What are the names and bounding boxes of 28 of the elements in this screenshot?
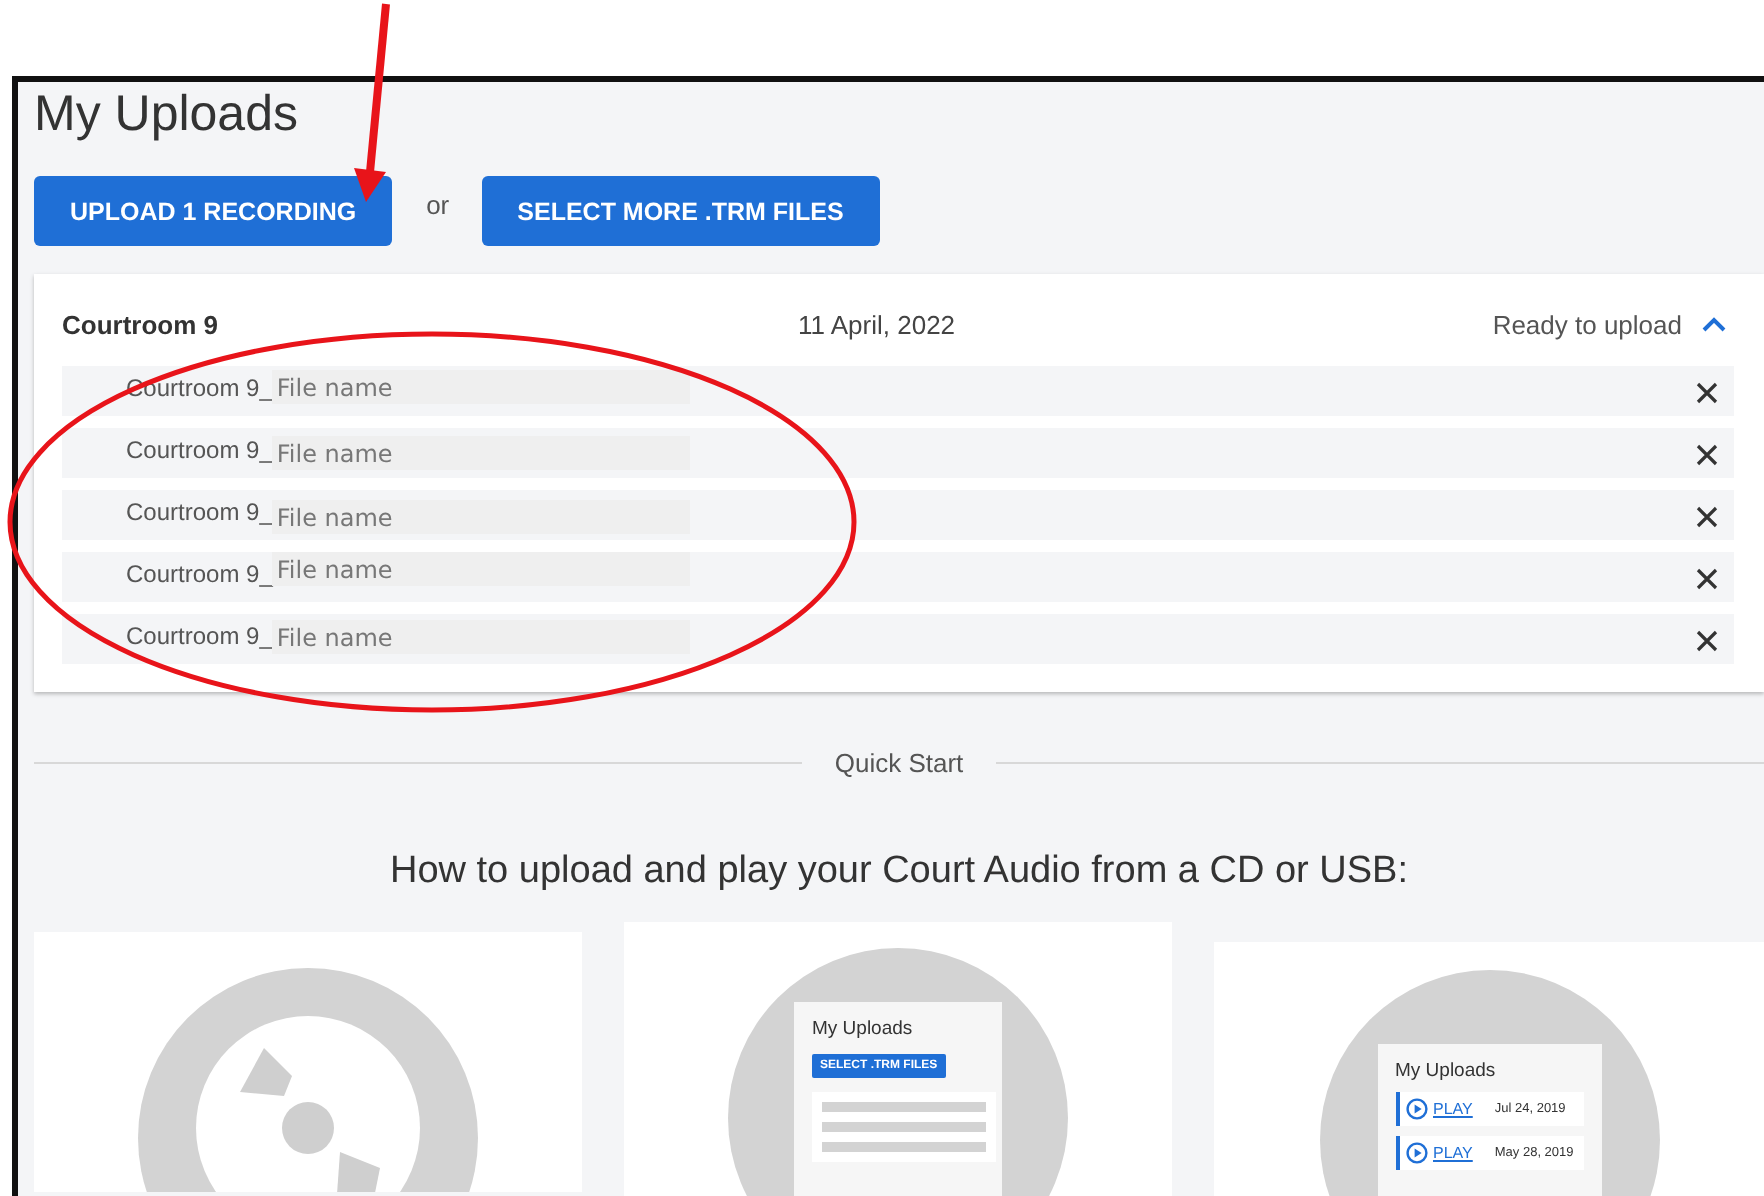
panel-title: My Uploads xyxy=(1395,1060,1496,1082)
group-date: 11 April, 2022 xyxy=(798,309,958,339)
file-prefix: Courtroom 9_ xyxy=(126,434,273,468)
close-icon[interactable] xyxy=(1696,568,1718,590)
close-icon[interactable] xyxy=(1696,630,1718,652)
panel-title: My Uploads xyxy=(812,1018,913,1040)
quick-start-heading: How to upload and play your Court Audio from a CD or USB: xyxy=(387,850,1411,894)
file-name-field[interactable]: File name xyxy=(272,552,691,586)
close-icon[interactable] xyxy=(1696,506,1718,528)
upload-status: Ready to upload xyxy=(1492,309,1682,339)
page-title: My Uploads xyxy=(34,84,300,144)
file-prefix: Courtroom 9_ xyxy=(126,496,273,530)
close-icon[interactable] xyxy=(1696,382,1718,404)
play-icon xyxy=(1405,1142,1427,1164)
file-name-field[interactable]: File name xyxy=(272,436,691,470)
upload-button[interactable]: UPLOAD 1 RECORDING xyxy=(34,176,393,246)
section-label: Quick Start xyxy=(834,748,964,778)
collapse-chevron-icon[interactable] xyxy=(1702,316,1726,332)
or-label: or xyxy=(426,190,450,220)
file-prefix: Courtroom 9_ xyxy=(126,620,273,654)
play-icon xyxy=(1405,1098,1427,1120)
file-name-field[interactable]: File name xyxy=(272,620,691,654)
file-prefix: Courtroom 9_ xyxy=(126,558,273,592)
close-icon[interactable] xyxy=(1696,444,1718,466)
upload-button[interactable]: SELECT MORE .TRM FILES xyxy=(481,176,880,246)
file-name-field[interactable]: File name xyxy=(272,370,691,404)
file-name-field[interactable]: File name xyxy=(272,500,691,534)
group-name: Courtroom 9 xyxy=(62,309,220,339)
